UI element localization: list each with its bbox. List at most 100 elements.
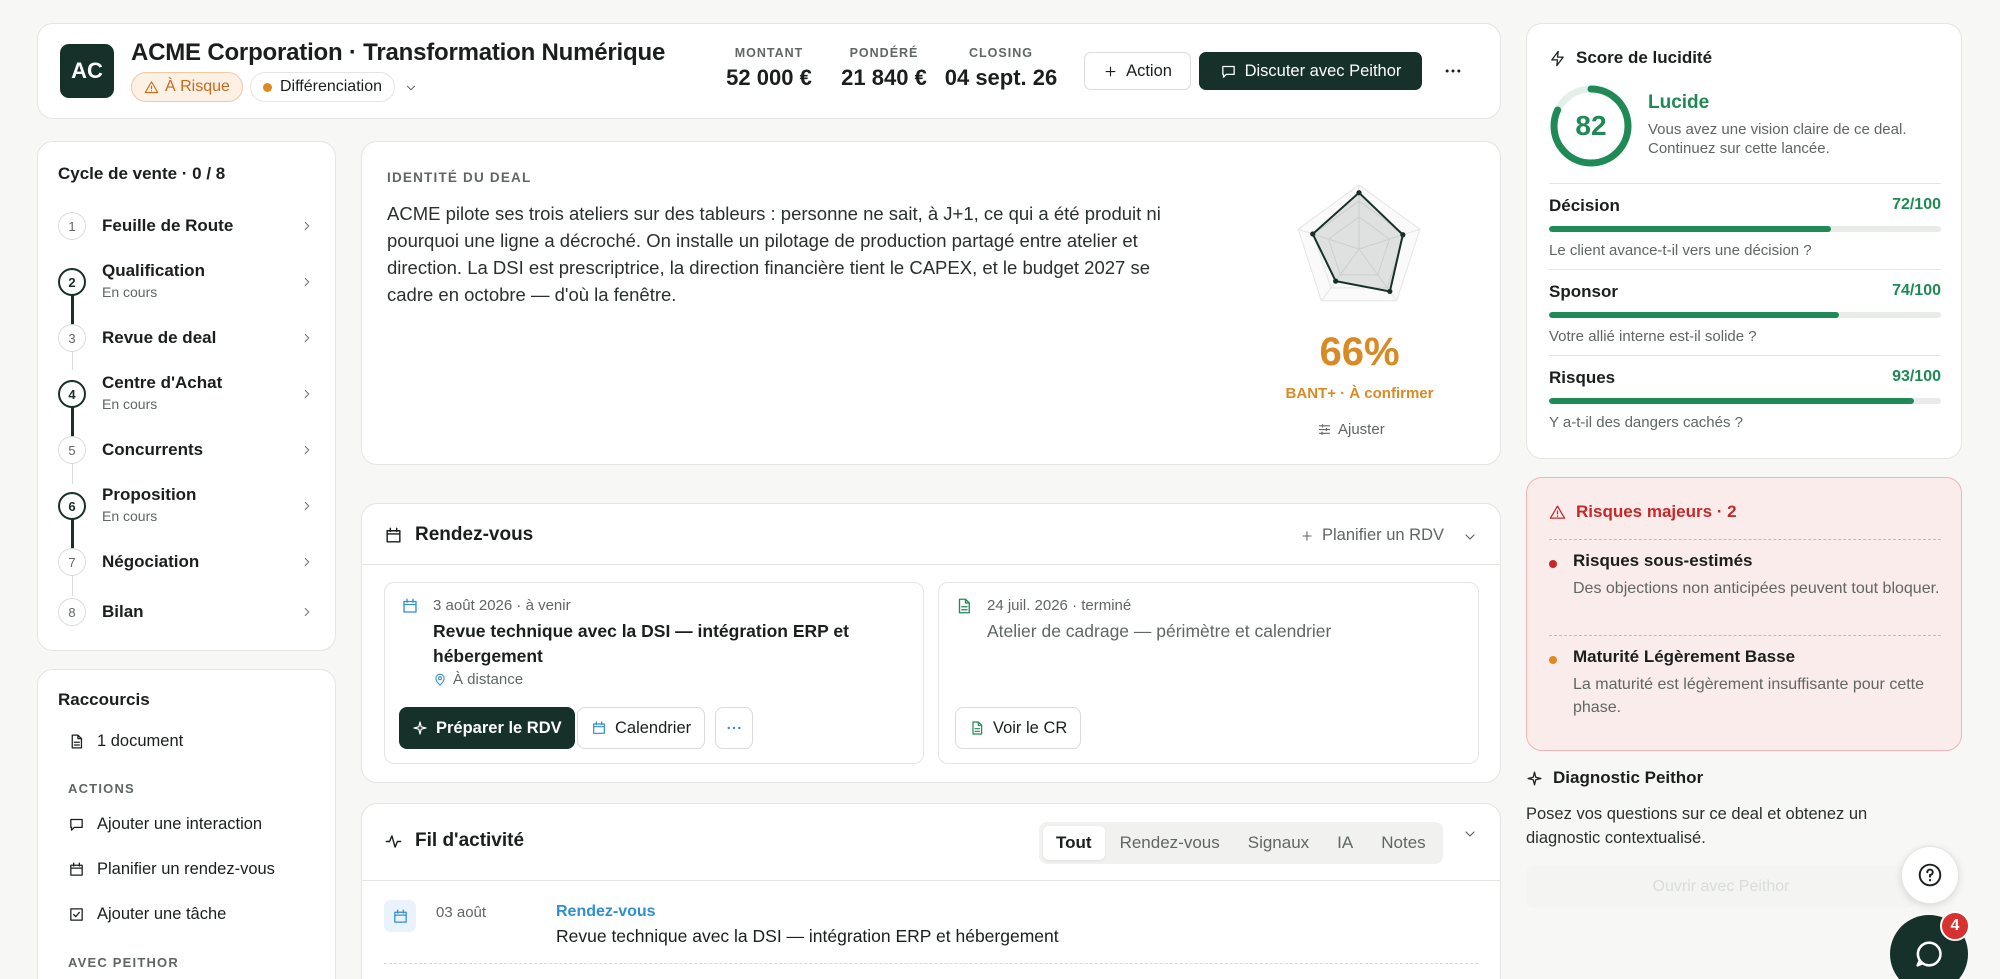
chevron-down-icon[interactable] xyxy=(1462,826,1478,842)
activity-text: Revue technique avec la DSI — intégratio… xyxy=(556,926,1059,946)
calendar-icon xyxy=(403,598,417,613)
chevron-right-icon xyxy=(304,221,310,231)
calendar-icon xyxy=(386,527,401,543)
stage-number: 1 xyxy=(58,212,86,240)
criterion-score: 72/100 xyxy=(1892,196,1941,213)
risk-badge-label: À Risque xyxy=(165,78,230,95)
meeting-more-button[interactable] xyxy=(715,707,753,749)
stage-number: 2 xyxy=(58,268,86,296)
schedule-meeting-shortcut[interactable]: Planifier un rendez-vous xyxy=(68,860,275,879)
stage-item-revue-de-deal[interactable]: 3 Revue de deal xyxy=(58,316,320,360)
activity-header: Fil d'activité xyxy=(384,830,524,852)
diagnostic-title: Diagnostic Peithor xyxy=(1553,768,1704,787)
chevron-down-icon[interactable] xyxy=(1462,529,1478,545)
chevron-down-icon[interactable] xyxy=(404,81,418,95)
add-task-shortcut[interactable]: Ajouter une tâche xyxy=(68,905,226,924)
stage-item-bilan[interactable]: 8 Bilan xyxy=(58,590,320,634)
discuss-peithor-button[interactable]: Discuter avec Peithor xyxy=(1199,52,1422,90)
upcoming-meeting-card[interactable]: 3 août 2026 · à venir Revue technique av… xyxy=(384,582,924,764)
metric-value: 21 840 € xyxy=(841,65,927,90)
tab-signaux[interactable]: Signaux xyxy=(1235,826,1322,860)
map-pin-icon xyxy=(435,673,445,686)
radar-point xyxy=(1310,231,1316,237)
plan-rdv-button[interactable]: Planifier un RDV xyxy=(1300,526,1444,545)
warning-icon xyxy=(144,80,159,93)
plus-icon xyxy=(1302,530,1312,541)
document-icon xyxy=(972,721,983,735)
message-icon xyxy=(1221,65,1235,78)
bant-percent: 66% xyxy=(1319,330,1400,374)
chevron-right-icon xyxy=(304,445,310,455)
risk-description: Des objections non anticipées peuvent to… xyxy=(1573,580,1940,597)
chevron-right-icon xyxy=(304,557,310,567)
message-icon xyxy=(70,818,83,831)
meeting-location-label: À distance xyxy=(453,671,524,688)
stage-name: Bilan xyxy=(102,602,144,621)
tab-ia[interactable]: IA xyxy=(1324,826,1366,860)
activity-type-link[interactable]: Rendez-vous xyxy=(556,903,656,921)
tab-notes[interactable]: Notes xyxy=(1368,826,1438,860)
stage-number: 6 xyxy=(58,492,86,520)
criterion-bar xyxy=(1549,226,1941,232)
activity-icon xyxy=(385,834,402,848)
more-horizontal-icon[interactable] xyxy=(1443,61,1463,81)
chevron-right-icon xyxy=(304,277,310,287)
meetings-header: Rendez-vous xyxy=(384,524,533,546)
criterion-bar-fill xyxy=(1549,226,1832,232)
calendar-icon xyxy=(384,900,416,932)
stage-item-proposition[interactable]: 6 Proposition En cours xyxy=(58,484,320,528)
shortcut-document[interactable]: 1 document xyxy=(68,732,183,751)
chat-notification-badge: 4 xyxy=(1940,911,1970,941)
stage-dropdown[interactable]: Différenciation xyxy=(250,72,395,102)
radar-point xyxy=(1333,278,1339,284)
tab-tout[interactable]: Tout xyxy=(1043,826,1105,860)
open-peithor-label: Ouvrir avec Peithor xyxy=(1652,878,1790,895)
metric-closing: CLOSING 04 sept. 26 xyxy=(936,46,1066,91)
stage-name: Centre d'Achat xyxy=(102,373,223,392)
radar-point xyxy=(1400,232,1406,238)
checkbox-icon xyxy=(70,908,83,921)
activity-feed-panel: Fil d'activité Tout Rendez-vous Signaux … xyxy=(361,803,1501,979)
metric-value: 52 000 € xyxy=(726,65,812,90)
help-button[interactable] xyxy=(1901,846,1959,904)
divider xyxy=(1549,269,1941,270)
meeting-title: Atelier de cadrage — périmètre et calend… xyxy=(987,621,1332,641)
score-value: 82 xyxy=(1575,110,1607,141)
activity-date: 03 août xyxy=(436,904,487,921)
meetings-panel: Rendez-vous Planifier un RDV 3 août 2026… xyxy=(361,503,1501,783)
stage-name: Négociation xyxy=(102,552,200,571)
tab-rendez-vous[interactable]: Rendez-vous xyxy=(1107,826,1233,860)
risk-badge[interactable]: À Risque xyxy=(131,72,243,102)
action-button[interactable]: Action xyxy=(1084,52,1191,90)
stage-item-concurrents[interactable]: 5 Concurrents xyxy=(58,428,320,472)
calendar-button[interactable]: Calendrier xyxy=(577,707,706,749)
past-meeting-card[interactable]: 24 juil. 2026 · terminé Atelier de cadra… xyxy=(938,582,1479,764)
risks-header: Risques majeurs · 2 xyxy=(1549,502,1737,522)
criterion-bar xyxy=(1549,398,1941,404)
shortcuts-title: Raccourcis xyxy=(58,690,150,709)
metric-montant: MONTANT 52 000 € xyxy=(714,46,824,91)
criterion-question: Y a-t-il des dangers cachés ? xyxy=(1549,414,1743,431)
meeting-date: 3 août 2026 · à venir xyxy=(433,597,571,614)
stage-item-feuille-de-route[interactable]: 1 Feuille de Route xyxy=(58,204,320,248)
adjust-label: Ajuster xyxy=(1338,421,1385,438)
meetings-title: Rendez-vous xyxy=(415,524,534,545)
stage-name: Qualification xyxy=(102,261,205,280)
discuss-button-label: Discuter avec Peithor xyxy=(1244,61,1402,80)
risk-description: La maturité est légèrement insuffisante … xyxy=(1573,676,1925,716)
view-report-button[interactable]: Voir le CR xyxy=(955,707,1082,749)
radar-point xyxy=(1387,288,1393,295)
adjust-button[interactable]: Ajuster xyxy=(1317,421,1385,438)
criterion-question: Votre allié interne est-il solide ? xyxy=(1549,328,1757,345)
stage-item-centre-achat[interactable]: 4 Centre d'Achat En cours xyxy=(58,372,320,416)
prepare-rdv-button[interactable]: Préparer le RDV xyxy=(399,707,575,749)
stage-item-qualification[interactable]: 2 Qualification En cours xyxy=(58,260,320,304)
identity-description: ACME pilote ses trois ateliers sur des t… xyxy=(387,203,1161,305)
add-interaction-shortcut[interactable]: Ajouter une interaction xyxy=(68,815,262,834)
calendar-button-label: Calendrier xyxy=(615,718,692,737)
criterion-bar-fill xyxy=(1549,312,1840,318)
open-peithor-button[interactable]: Ouvrir avec Peithor xyxy=(1526,866,1916,908)
stage-item-negociation[interactable]: 7 Négociation xyxy=(58,540,320,584)
divider xyxy=(1549,355,1941,356)
company-avatar: AC xyxy=(60,44,114,98)
